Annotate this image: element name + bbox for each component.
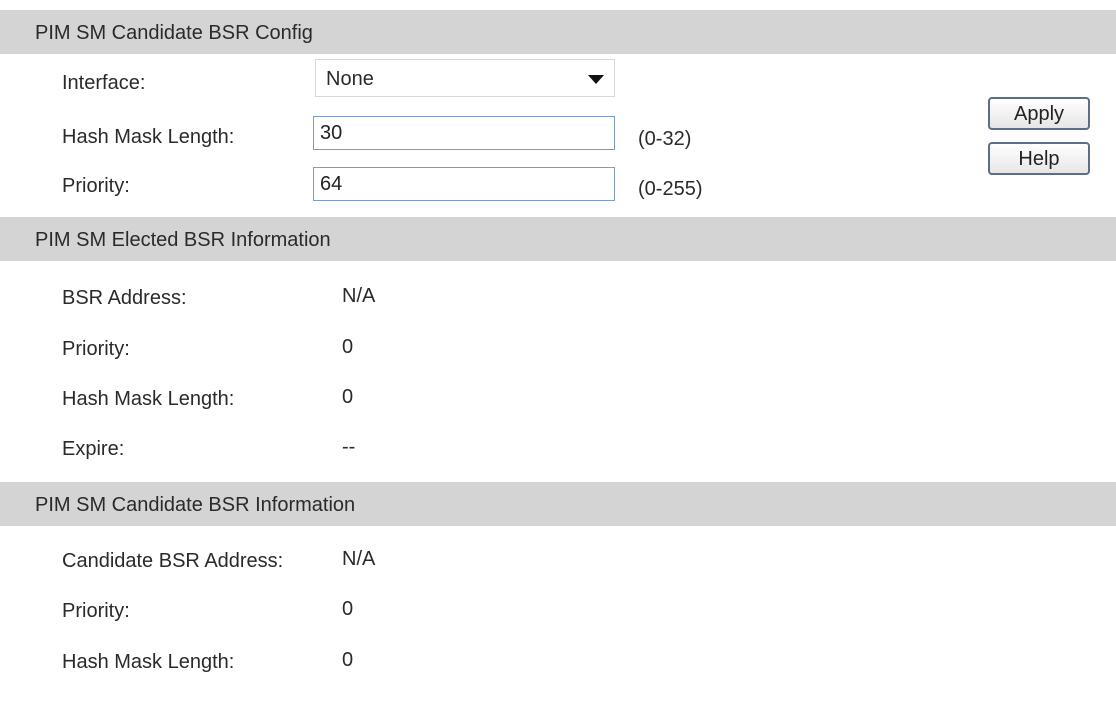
hash-mask-length-range: (0-32): [638, 128, 692, 150]
candidate-bsr-info-header: PIM SM Candidate BSR Information: [0, 482, 1116, 526]
interface-label: Interface:: [62, 72, 146, 94]
priority-range: (0-255): [638, 178, 703, 200]
candidate-hash-mask-length-value: 0: [342, 649, 354, 671]
candidate-hash-mask-length-label: Hash Mask Length:: [62, 651, 235, 673]
hash-mask-length-label: Hash Mask Length:: [62, 126, 235, 148]
elected-priority-label: Priority:: [62, 338, 130, 360]
expire-label: Expire:: [62, 438, 125, 460]
chevron-down-icon: [588, 75, 604, 84]
priority-input[interactable]: [313, 167, 615, 201]
hash-mask-length-input[interactable]: [313, 116, 615, 150]
candidate-bsr-address-value: N/A: [342, 548, 376, 570]
expire-value: --: [342, 436, 356, 458]
candidate-priority-value: 0: [342, 598, 354, 620]
priority-label: Priority:: [62, 175, 130, 197]
apply-button[interactable]: Apply: [988, 97, 1090, 130]
bsr-address-value: N/A: [342, 285, 376, 307]
bsr-config-page: PIM SM Candidate BSR Config Interface: N…: [0, 0, 1116, 711]
elected-hash-mask-length-label: Hash Mask Length:: [62, 388, 235, 410]
bsr-address-label: BSR Address:: [62, 287, 187, 309]
help-button[interactable]: Help: [988, 142, 1090, 175]
candidate-priority-label: Priority:: [62, 600, 130, 622]
candidate-bsr-address-label: Candidate BSR Address:: [62, 550, 284, 572]
elected-bsr-info-header: PIM SM Elected BSR Information: [0, 217, 1116, 261]
interface-select[interactable]: None: [315, 59, 615, 97]
interface-selected-value: None: [326, 68, 374, 90]
candidate-bsr-config-header: PIM SM Candidate BSR Config: [0, 10, 1116, 54]
elected-hash-mask-length-value: 0: [342, 386, 354, 408]
elected-priority-value: 0: [342, 336, 354, 358]
